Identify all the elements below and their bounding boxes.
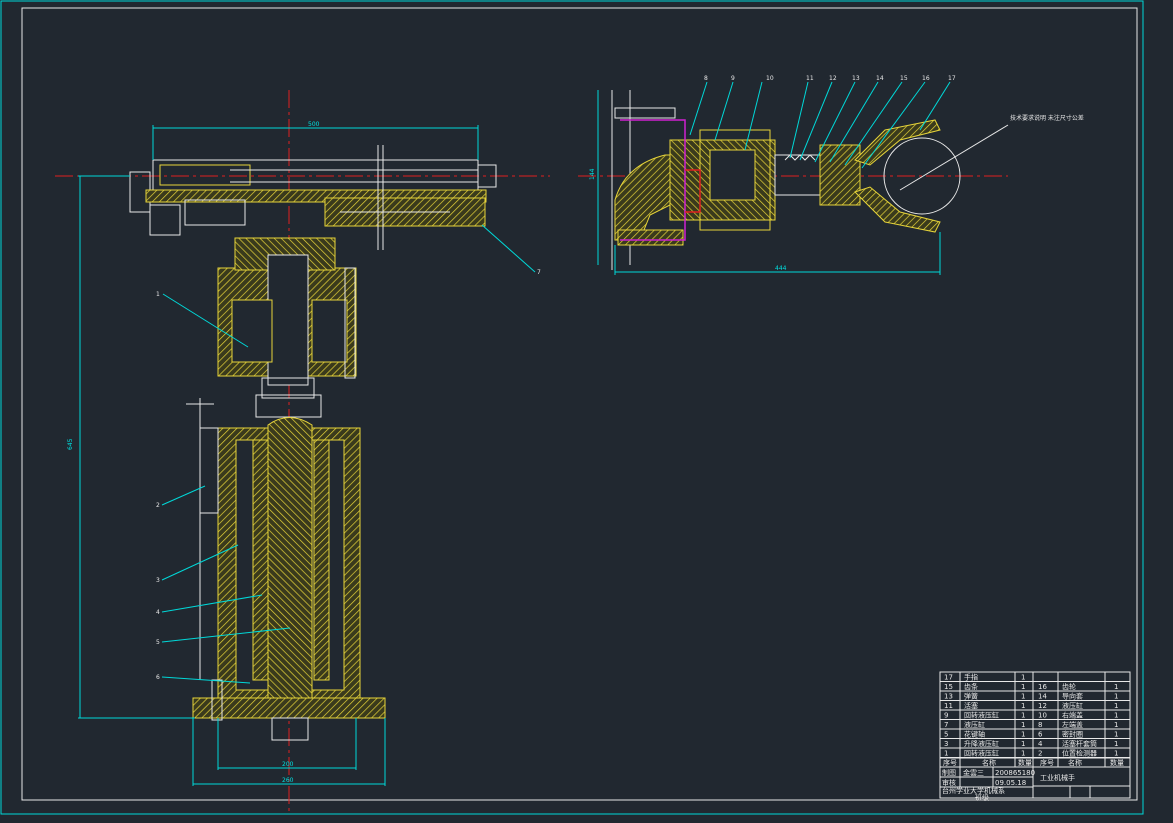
tb-right-qty: 1	[1114, 740, 1118, 748]
tb-left-name: 弹簧	[964, 692, 978, 701]
tb-left-qty: 1	[1021, 731, 1025, 739]
callout-6: 6	[156, 674, 160, 681]
tb-left-name: 手指	[964, 673, 978, 682]
tb-left-seq: 11	[944, 702, 953, 710]
tb-header-qty-r: 数量	[1110, 758, 1124, 767]
title-block: 17 手指 115 齿条 1 16 齿轮 113 弹簧 1 14 导向套 111 活塞 1 12 液压缸 19 回转…	[939, 671, 1131, 802]
tb-left-seq: 13	[944, 693, 953, 701]
tb-left-name: 液压缸	[964, 720, 985, 729]
tb-left-seq: 7	[944, 721, 948, 729]
tb-right-seq: 14	[1038, 693, 1047, 701]
tb-right-seq: 16	[1038, 683, 1047, 691]
callout-9: 9	[731, 75, 735, 82]
tb-right-qty: 1	[1114, 693, 1118, 701]
tb-right-qty: 1	[1114, 712, 1118, 720]
tb-header-name: 名称	[982, 758, 996, 767]
tb-left-qty: 1	[1021, 702, 1025, 710]
tb-left-name: 活塞	[964, 701, 978, 710]
tb-header-name-r: 名称	[1068, 758, 1082, 767]
tb-right-qty: 1	[1114, 750, 1118, 758]
gripper-note: 技术要求说明 未注尺寸公差	[1010, 114, 1084, 122]
callout-5: 5	[156, 639, 160, 646]
callout-15: 15	[900, 75, 908, 82]
tb-right-seq: 6	[1038, 731, 1043, 739]
tb-left-seq: 15	[944, 683, 953, 691]
tb-header-seq-r: 序号	[1040, 758, 1054, 767]
tb-left-name: 回转液压缸	[964, 711, 999, 720]
tb-left-qty: 1	[1021, 693, 1025, 701]
dim-gripper-length: 444	[775, 265, 787, 272]
callout-12: 12	[829, 75, 837, 82]
tb-left-name: 回转液压缸	[964, 749, 999, 758]
tb-left-qty: 1	[1021, 740, 1025, 748]
tb-left-seq: 5	[944, 731, 948, 739]
tb-left-seq: 1	[944, 750, 948, 758]
tb-school: 台州学业大学机械系	[942, 786, 1005, 795]
tb-right-name: 右端盖	[1062, 711, 1083, 720]
tb-left-name: 花键轴	[964, 730, 985, 739]
callout-7: 7	[537, 269, 541, 276]
callout-16: 16	[922, 75, 930, 82]
tb-right-name: 密封圈	[1062, 730, 1083, 739]
tb-right-qty: 1	[1114, 721, 1118, 729]
callout-14: 14	[876, 75, 884, 82]
tb-right-name: 位置检测器	[1062, 749, 1097, 758]
tb-right-seq: 2	[1038, 750, 1042, 758]
tb-header-qty: 数量	[1018, 758, 1032, 767]
tb-left-qty: 1	[1021, 750, 1025, 758]
tb-right-qty: 1	[1114, 731, 1118, 739]
tb-right-seq: 10	[1038, 712, 1047, 720]
callout-13: 13	[852, 75, 860, 82]
tb-right-name: 活塞杆套筒	[1062, 739, 1097, 748]
callout-10: 10	[766, 75, 774, 82]
tb-left-seq: 17	[944, 674, 953, 682]
callout-3: 3	[156, 577, 160, 584]
callout-2: 2	[156, 502, 160, 509]
tb-right-qty: 1	[1114, 702, 1118, 710]
tb-right-name: 左端盖	[1062, 720, 1083, 729]
tb-left-qty: 1	[1021, 674, 1025, 682]
tb-left-qty: 1	[1021, 712, 1025, 720]
dim-gripper-height: 144	[589, 168, 596, 180]
tb-left-qty: 1	[1021, 683, 1025, 691]
tb-check-label: 审核	[942, 778, 956, 787]
tb-right-name: 导向套	[1062, 692, 1083, 701]
callout-17: 17	[948, 75, 956, 82]
tb-right-qty: 1	[1114, 683, 1118, 691]
tb-header-seq: 序号	[943, 758, 957, 767]
tb-right-name: 液压缸	[1062, 701, 1083, 710]
tb-left-name: 升降液压缸	[964, 739, 999, 748]
dim-base-inner: 200	[282, 761, 294, 768]
tb-student-no: 200865180	[995, 769, 1035, 777]
tb-right-seq: 12	[1038, 702, 1047, 710]
tb-left-seq: 3	[944, 740, 948, 748]
callout-8: 8	[704, 75, 708, 82]
dim-left-height: 645	[67, 438, 74, 450]
dim-top-width: 500	[308, 121, 320, 128]
tb-left-name: 齿条	[964, 682, 978, 691]
dim-base-outer: 260	[282, 777, 294, 784]
tb-right-seq: 8	[1038, 721, 1042, 729]
tb-right-seq: 4	[1038, 740, 1043, 748]
callout-4: 4	[156, 609, 160, 616]
tb-date: 09.05.18	[995, 779, 1026, 787]
side-view: 645 500 200 260 1 2 3 4 5 6 7	[55, 90, 550, 815]
callout-1: 1	[156, 291, 160, 298]
gripper-view: 技术要求说明 未注尺寸公差 144 444 8 9 10 11 12 13 14…	[578, 75, 1084, 275]
tb-right-name: 齿轮	[1062, 682, 1076, 691]
tb-left-seq: 9	[944, 712, 948, 720]
tb-drawing-name: 工业机械手	[1040, 773, 1075, 782]
cad-drawing: 645 500 200 260 1 2 3 4 5 6 7 技术要求说明 未注尺…	[0, 0, 1144, 815]
callout-11: 11	[806, 75, 814, 82]
tb-designer: 金雲三	[963, 768, 984, 777]
tb-left-qty: 1	[1021, 721, 1025, 729]
tb-class: 班级	[975, 793, 989, 802]
tb-design-label: 制图	[942, 768, 956, 777]
